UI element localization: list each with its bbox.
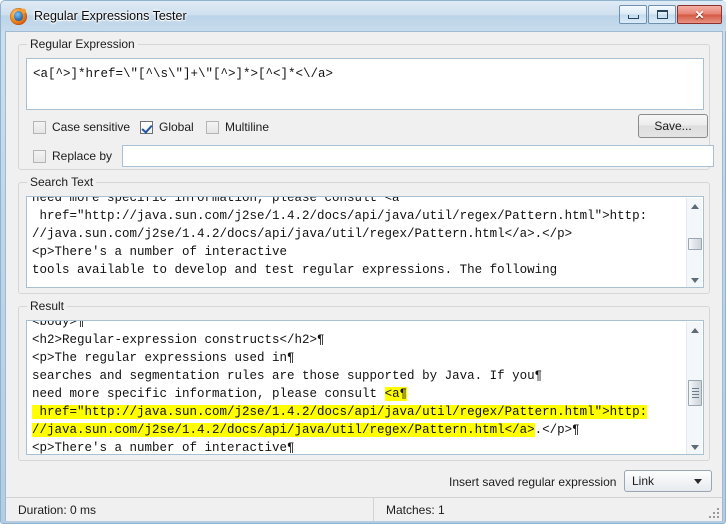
window-title: Regular Expressions Tester: [34, 9, 187, 23]
result-text-run: searches and segmentation rules are thos…: [32, 369, 543, 383]
search-text-line: <p>There's a number of interactive: [32, 245, 288, 259]
client-area: Regular Expression <a[^>]*href=\"[^\s\"]…: [5, 31, 723, 521]
insert-saved-expression-label: Insert saved regular expression: [449, 475, 617, 489]
matches-status: Matches: 1: [386, 502, 445, 517]
result-group: Result <body>¶ <h2>Regular-expression con…: [18, 299, 710, 461]
search-text-line: tools available to develop and test regu…: [32, 263, 558, 277]
regular-expression-group-title: Regular Expression: [27, 37, 138, 51]
maximize-button[interactable]: [648, 5, 676, 24]
search-scroll-thumb[interactable]: [688, 238, 702, 250]
minimize-icon: [627, 15, 639, 19]
application-window: Regular Expressions Tester ✕ Regular Exp…: [0, 0, 726, 524]
search-text-group: Search Text need more specific informati…: [18, 175, 710, 294]
search-text-line: href="http://java.sun.com/j2se/1.4.2/doc…: [32, 209, 648, 223]
global-checkbox[interactable]: Global: [140, 120, 194, 134]
case-sensitive-label: Case sensitive: [52, 120, 131, 134]
regex-input[interactable]: <a[^>]*href=\"[^\s\"]+\"[^>]*>[^<]*<\/a>: [26, 58, 704, 110]
firefox-icon: [10, 7, 27, 25]
result-line: <body>¶: [32, 320, 692, 331]
save-button[interactable]: Save...: [638, 114, 708, 138]
result-line: <p>The regular expressions used in¶: [32, 349, 692, 367]
replace-by-input[interactable]: [122, 145, 714, 167]
replace-by-label: Replace by: [52, 149, 113, 163]
caption-buttons: ✕: [619, 5, 722, 24]
search-scroll-up-icon[interactable]: [687, 198, 703, 214]
result-match-highlight: href="http://java.sun.com/j2se/1.4.2/doc…: [32, 405, 648, 419]
status-bar: Duration: 0 ms Matches: 1: [6, 497, 722, 521]
result-line: href="http://java.sun.com/j2se/1.4.2/doc…: [32, 403, 692, 421]
search-text-scrollbar[interactable]: [686, 198, 703, 287]
regex-pattern-text: <a[^>]*href=\"[^\s\"]+\"[^>]*>[^<]*<\/a>: [33, 67, 334, 81]
result-text-run: <p>There's a number of interactive¶: [32, 441, 295, 455]
replace-by-value: [123, 146, 713, 149]
search-text-line: //java.sun.com/j2se/1.4.2/docs/api/java/…: [32, 227, 573, 241]
multiline-checkbox[interactable]: Multiline: [206, 120, 269, 134]
replace-by-checkbox[interactable]: Replace by: [33, 149, 112, 163]
case-sensitive-checkbox[interactable]: Case sensitive: [33, 120, 130, 134]
result-text-run: need more specific information, please c…: [32, 387, 385, 401]
title-bar: Regular Expressions Tester ✕: [1, 1, 726, 31]
result-scrollbar[interactable]: [686, 322, 703, 454]
result-scroll-thumb[interactable]: [688, 380, 702, 406]
result-line: //java.sun.com/j2se/1.4.2/docs/api/java/…: [32, 421, 692, 439]
duration-status: Duration: 0 ms: [6, 498, 374, 521]
result-scroll-up-icon[interactable]: [687, 322, 703, 338]
search-text-line: need more specific information, please c…: [32, 196, 400, 205]
result-text-run: <h2>Regular-expression constructs</h2>¶: [32, 333, 325, 347]
minimize-button[interactable]: [619, 5, 647, 24]
result-line: <p>There's a number of interactive¶: [32, 439, 692, 455]
global-box: [140, 120, 153, 134]
result-scroll-down-icon[interactable]: [687, 439, 703, 454]
multiline-label: Multiline: [225, 120, 270, 134]
replace-by-box: [33, 149, 46, 163]
result-text-area[interactable]: <body>¶ <h2>Regular-expression constructs…: [26, 320, 704, 455]
result-text-run: <body>: [32, 320, 78, 329]
search-text-area[interactable]: need more specific information, please c…: [26, 196, 704, 288]
multiline-box: [206, 120, 219, 134]
saved-expression-value: Link: [632, 474, 655, 488]
result-line: <h2>Regular-expression constructs</h2>¶: [32, 331, 692, 349]
global-label: Global: [159, 120, 194, 134]
result-match-highlight: //java.sun.com/j2se/1.4.2/docs/api/java/…: [32, 423, 535, 437]
close-icon: ✕: [694, 7, 705, 22]
search-text-group-title: Search Text: [27, 175, 97, 189]
result-text-run: ¶: [77, 320, 85, 329]
saved-expression-select[interactable]: Link: [624, 470, 712, 492]
result-content: <body>¶ <h2>Regular-expression constructs…: [27, 320, 692, 455]
resize-grip-icon[interactable]: [707, 506, 719, 518]
result-group-title: Result: [27, 299, 68, 313]
regular-expression-group: Regular Expression <a[^>]*href=\"[^\s\"]…: [18, 37, 714, 170]
maximize-icon: [656, 10, 668, 19]
search-text-content: need more specific information, please c…: [27, 196, 692, 279]
chevron-down-icon: [694, 479, 702, 484]
result-line: searches and segmentation rules are thos…: [32, 367, 692, 385]
result-match-highlight: <a¶: [384, 387, 408, 401]
result-text-run: .</p>¶: [534, 423, 580, 437]
result-text-run: <p>The regular expressions used in¶: [32, 351, 295, 365]
case-sensitive-box: [33, 120, 46, 134]
close-button[interactable]: ✕: [677, 5, 722, 24]
result-line: need more specific information, please c…: [32, 385, 692, 403]
search-scroll-down-icon[interactable]: [687, 272, 703, 287]
scroll-thumb-grip-icon: [692, 388, 699, 398]
